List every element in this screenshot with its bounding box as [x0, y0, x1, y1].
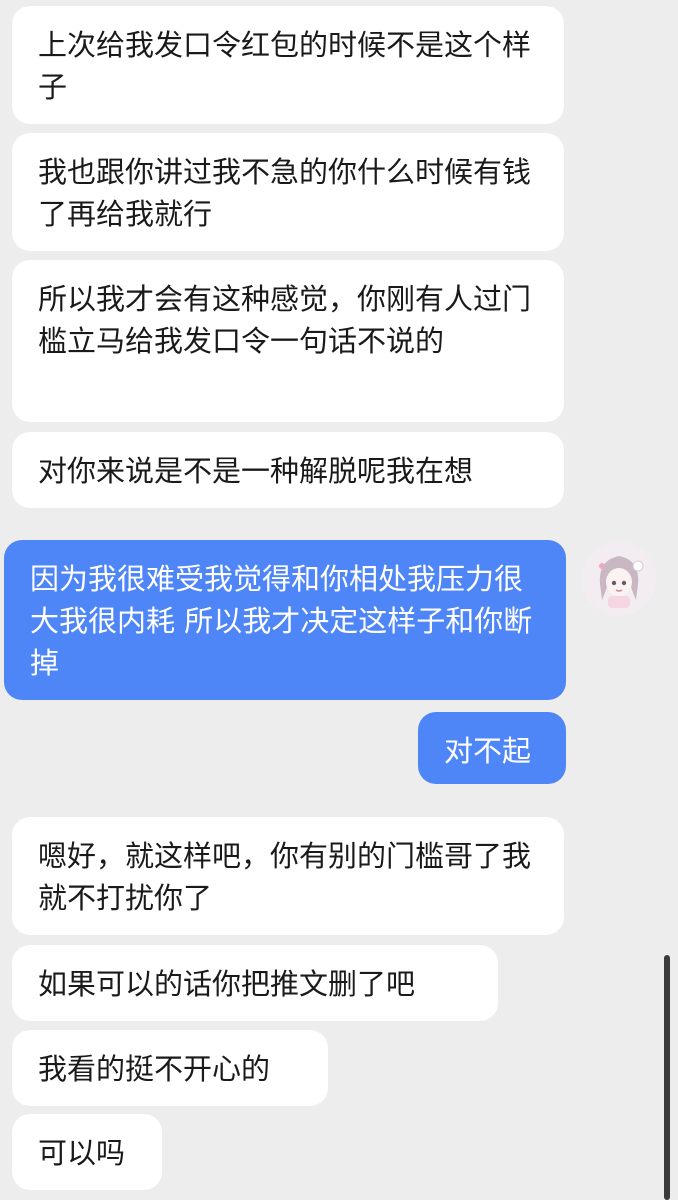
- message-bubble-incoming[interactable]: 嗯好，就这样吧，你有别的门槛哥了我就不打扰你了: [12, 817, 564, 935]
- message-bubble-incoming[interactable]: 上次给我发口令红包的时候不是这个样子: [12, 6, 564, 124]
- message-text: 上次给我发口令红包的时候不是这个样子: [38, 28, 532, 104]
- message-text: 对你来说是不是一种解脱呢我在想: [38, 454, 474, 488]
- message-bubble-incoming[interactable]: 我也跟你讲过我不急的你什么时候有钱了再给我就行: [12, 133, 564, 251]
- message-bubble-incoming[interactable]: 对你来说是不是一种解脱呢我在想: [12, 432, 564, 508]
- message-bubble-incoming[interactable]: 我看的挺不开心的: [12, 1030, 328, 1106]
- message-text: 我看的挺不开心的: [38, 1052, 271, 1086]
- message-bubble-outgoing[interactable]: 对不起: [418, 712, 566, 784]
- message-text: 因为我很难受我觉得和你相处我压力很大我很内耗 所以我才决定这样子和你断掉: [30, 562, 533, 680]
- message-bubble-incoming[interactable]: 如果可以的话你把推文删了吧: [12, 945, 498, 1021]
- anime-girl-avatar-icon: [582, 542, 656, 616]
- message-text: 所以我才会有这种感觉，你刚有人过门槛立马给我发口令一句话不说的: [38, 282, 532, 358]
- message-bubble-outgoing[interactable]: 因为我很难受我觉得和你相处我压力很大我很内耗 所以我才决定这样子和你断掉: [4, 540, 566, 700]
- message-text: 我也跟你讲过我不急的你什么时候有钱了再给我就行: [38, 155, 532, 231]
- message-bubble-incoming[interactable]: 所以我才会有这种感觉，你刚有人过门槛立马给我发口令一句话不说的: [12, 260, 564, 422]
- chat-message-list[interactable]: 上次给我发口令红包的时候不是这个样子 我也跟你讲过我不急的你什么时候有钱了再给我…: [0, 0, 678, 1200]
- message-text: 对不起: [444, 734, 532, 768]
- scrollbar[interactable]: [664, 955, 670, 1200]
- user-avatar[interactable]: [582, 542, 656, 616]
- message-bubble-incoming[interactable]: 可以吗: [12, 1114, 162, 1190]
- message-text: 嗯好，就这样吧，你有别的门槛哥了我就不打扰你了: [38, 839, 532, 915]
- message-text: 可以吗: [38, 1136, 126, 1170]
- message-text: 如果可以的话你把推文删了吧: [38, 967, 416, 1001]
